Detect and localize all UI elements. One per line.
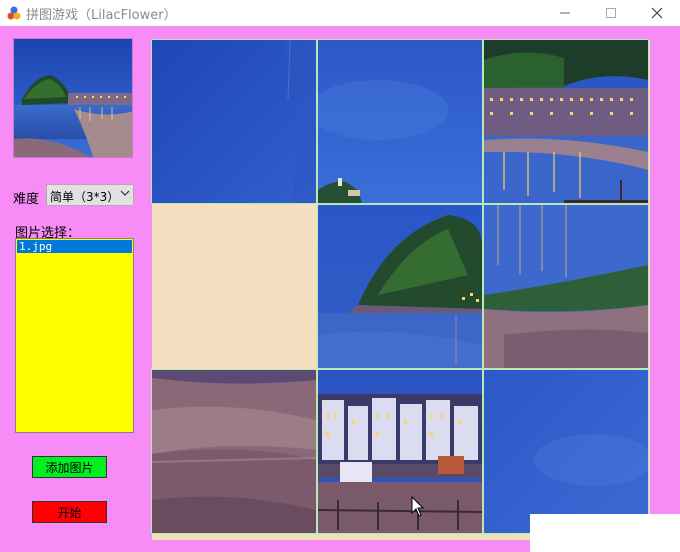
maximize-button[interactable] — [588, 0, 634, 26]
puzzle-app-icon — [7, 6, 21, 20]
tile-image — [318, 40, 482, 203]
client-area: 难度 简单（3*3） 图片选择： 1.jpg 添加图片 开始 — [0, 26, 680, 552]
tile-image — [484, 40, 648, 203]
add-image-button[interactable]: 添加图片 — [32, 456, 107, 478]
tile-image — [152, 370, 316, 533]
chevron-down-icon — [120, 188, 130, 201]
minimize-button[interactable] — [542, 0, 588, 26]
puzzle-tile[interactable] — [317, 39, 483, 204]
background-patch — [530, 514, 680, 552]
puzzle-board — [151, 39, 650, 540]
close-button[interactable] — [634, 0, 680, 26]
difficulty-label: 难度 — [13, 192, 40, 207]
difficulty-value: 简单（3*3） — [50, 190, 120, 204]
puzzle-tile[interactable] — [483, 204, 649, 369]
image-listbox[interactable]: 1.jpg — [15, 238, 134, 433]
maximize-icon — [606, 8, 616, 18]
tile-image — [318, 370, 482, 533]
title-bar: 拼图游戏（LilacFlower） — [0, 0, 680, 26]
mouse-cursor-icon — [411, 496, 425, 517]
puzzle-tile[interactable] — [317, 369, 483, 534]
start-button[interactable]: 开始 — [32, 501, 107, 523]
puzzle-tile[interactable] — [151, 39, 317, 204]
coastal-scene-thumbnail — [14, 39, 132, 157]
difficulty-select[interactable]: 简单（3*3） — [46, 184, 134, 206]
puzzle-tile[interactable] — [151, 369, 317, 534]
tile-image — [152, 40, 316, 203]
window-title: 拼图游戏（LilacFlower） — [26, 8, 177, 23]
puzzle-tile[interactable] — [483, 39, 649, 204]
puzzle-tile[interactable] — [317, 204, 483, 369]
tile-image — [484, 205, 648, 368]
list-item[interactable]: 1.jpg — [17, 240, 132, 253]
puzzle-tile[interactable] — [483, 369, 649, 534]
tile-image — [484, 370, 648, 533]
preview-image — [13, 38, 133, 158]
tile-image — [318, 205, 482, 368]
empty-tile[interactable] — [152, 205, 316, 368]
minimize-icon — [560, 12, 570, 14]
close-icon — [651, 7, 663, 19]
